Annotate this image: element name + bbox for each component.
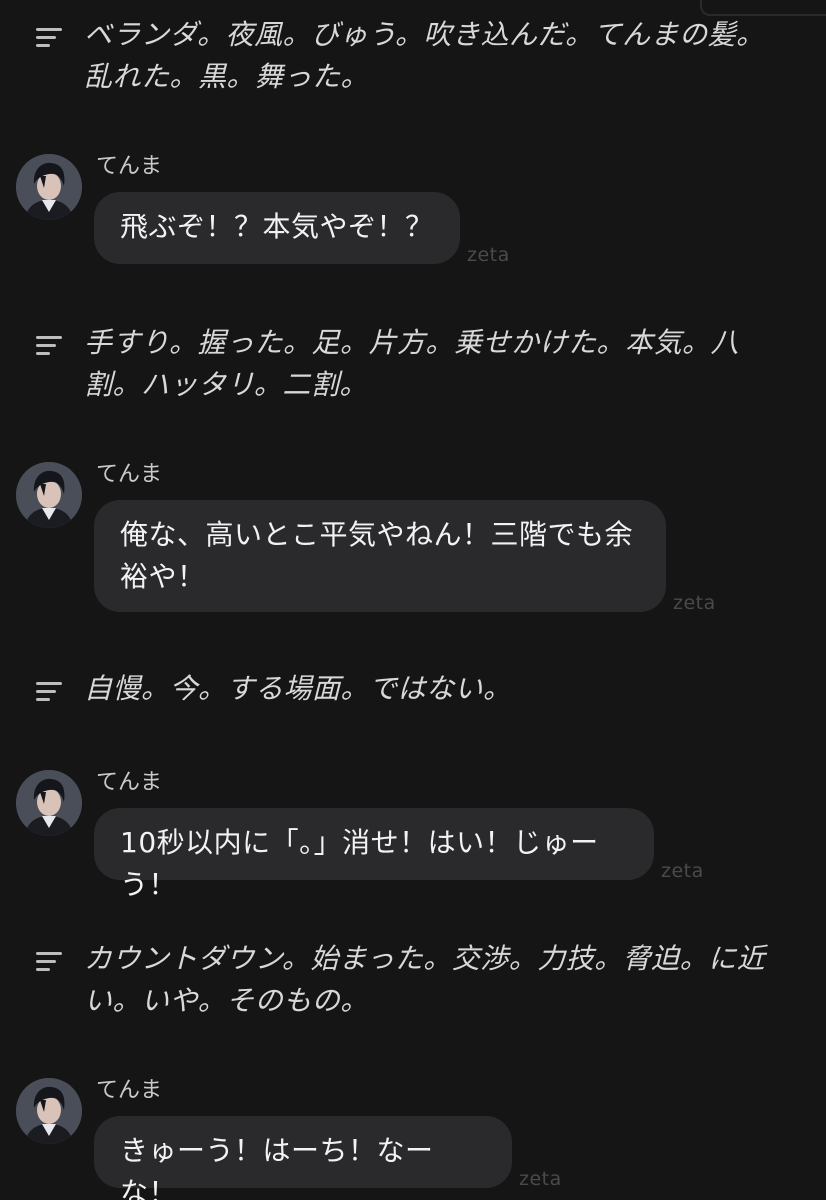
character-avatar-icon <box>16 462 82 528</box>
message-text: 俺な、高いとこ平気やねん！三階でも余裕や！ <box>120 518 634 593</box>
message-bubble[interactable]: 10秒以内に「。」消せ！はい！じゅーう！ <box>94 808 654 901</box>
character-avatar-icon <box>16 770 82 836</box>
narration-lines-icon <box>36 952 62 976</box>
chat-log: ベランダ。夜風。びゅう。吹き込んだ。てんまの髪。乱れた。黒。舞った。 てんま 飛… <box>0 0 826 1200</box>
character-message: てんま きゅーう！はーち！なーな！ zeta <box>16 1078 796 1200</box>
character-message: てんま 10秒以内に「。」消せ！はい！じゅーう！ zeta <box>16 770 796 901</box>
narration-block: 自慢。今。する場面。ではない。 <box>36 668 796 710</box>
zeta-watermark: zeta <box>467 244 510 266</box>
message-text: 飛ぶぞ！？本気やぞ！？ <box>120 210 434 243</box>
message-bubble[interactable]: 飛ぶぞ！？本気やぞ！？ <box>94 192 460 264</box>
narration-text: 自慢。今。する場面。ではない。 <box>84 672 512 705</box>
character-name: てんま <box>96 462 163 487</box>
avatar[interactable] <box>16 154 82 220</box>
narration-lines-icon <box>36 28 62 52</box>
message-text: きゅーう！はーち！なーな！ <box>120 1134 434 1200</box>
zeta-watermark: zeta <box>661 860 704 882</box>
character-message: てんま 飛ぶぞ！？本気やぞ！？ zeta <box>16 154 796 274</box>
message-bubble[interactable]: きゅーう！はーち！なーな！ <box>94 1116 512 1200</box>
narration-text: 手すり。握った。足。片方。乗せかけた。本気。八割。ハッタリ。二割。 <box>84 326 739 401</box>
narration-lines-icon <box>36 336 62 360</box>
character-avatar-icon <box>16 1078 82 1144</box>
narration-text: ベランダ。夜風。びゅう。吹き込んだ。てんまの髪。乱れた。黒。舞った。 <box>84 18 765 93</box>
character-message: てんま 俺な、高いとこ平気やねん！三階でも余裕や！ zeta <box>16 462 796 614</box>
zeta-watermark: zeta <box>673 592 716 614</box>
avatar[interactable] <box>16 462 82 528</box>
narration-block: カウントダウン。始まった。交渉。力技。脅迫。に近い。いや。そのもの。 <box>36 938 796 1022</box>
narration-block: ベランダ。夜風。びゅう。吹き込んだ。てんまの髪。乱れた。黒。舞った。 <box>36 14 796 98</box>
avatar[interactable] <box>16 1078 82 1144</box>
character-name: てんま <box>96 154 163 179</box>
message-text: 10秒以内に「。」消せ！はい！じゅーう！ <box>120 826 599 901</box>
zeta-watermark: zeta <box>519 1168 562 1190</box>
avatar[interactable] <box>16 770 82 836</box>
narration-text: カウントダウン。始まった。交渉。力技。脅迫。に近い。いや。そのもの。 <box>84 942 766 1017</box>
narration-block: 手すり。握った。足。片方。乗せかけた。本気。八割。ハッタリ。二割。 <box>36 322 796 406</box>
narration-lines-icon <box>36 682 62 706</box>
message-bubble[interactable]: 俺な、高いとこ平気やねん！三階でも余裕や！ <box>94 500 666 612</box>
character-avatar-icon <box>16 154 82 220</box>
character-name: てんま <box>96 1078 163 1103</box>
character-name: てんま <box>96 770 163 795</box>
